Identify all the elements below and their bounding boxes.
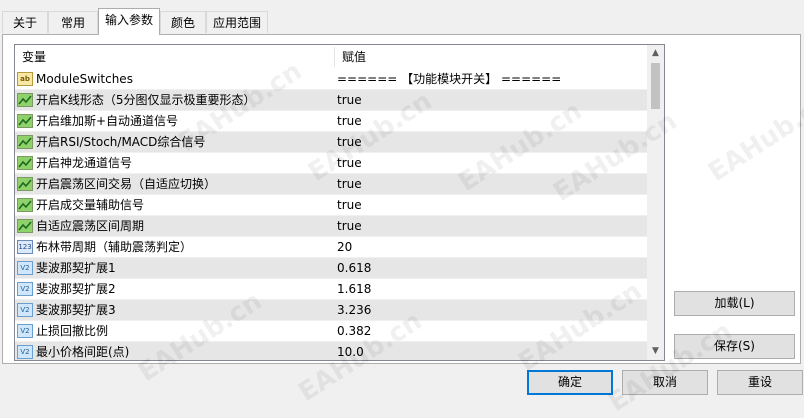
table-row[interactable]: 开启维加斯+自动通道信号 true (15, 111, 648, 132)
variable-name: 斐波那契扩展1 (36, 261, 116, 275)
variable-cell: V2 止损回撤比例 (17, 321, 332, 341)
parameters-grid[interactable]: 变量 赋值 ab ModuleSwitches ====== 【功能模块开关】 ==… (14, 44, 665, 361)
value-cell[interactable]: true (334, 111, 362, 131)
column-header-variable[interactable]: 变量 (15, 45, 334, 69)
tab-common[interactable]: 常用 (48, 11, 98, 33)
variable-name: 斐波那契扩展3 (36, 303, 116, 317)
double-type-icon: V2 (17, 281, 33, 296)
grid-header: 变量 赋值 (15, 45, 648, 69)
string-type-icon: ab (17, 71, 33, 86)
double-type-icon: V2 (17, 344, 33, 359)
variable-name: 开启维加斯+自动通道信号 (36, 114, 179, 128)
variable-cell: V2 斐波那契扩展3 (17, 300, 332, 320)
variable-cell: V2 斐波那契扩展1 (17, 258, 332, 278)
value-cell[interactable]: true (334, 132, 362, 152)
value-cell[interactable]: true (334, 153, 362, 173)
save-button[interactable]: 保存(S) (674, 334, 795, 359)
tab-scope[interactable]: 应用范围 (206, 11, 268, 33)
value-cell[interactable]: 20 (334, 237, 352, 257)
variable-cell: 开启RSI/Stoch/MACD综合信号 (17, 132, 332, 152)
variable-cell: V2 斐波那契扩展2 (17, 279, 332, 299)
variable-cell: 开启成交量辅助信号 (17, 195, 332, 215)
table-row[interactable]: V2 斐波那契扩展2 1.618 (15, 279, 648, 300)
value-cell[interactable]: ====== 【功能模块开关】 ====== (334, 69, 561, 89)
variable-name: 止损回撤比例 (36, 324, 109, 338)
double-type-icon: V2 (17, 323, 33, 338)
value-cell[interactable]: true (334, 216, 362, 236)
variable-name: 布林带周期（辅助震荡判定） (36, 240, 193, 254)
variable-cell: 开启维加斯+自动通道信号 (17, 111, 332, 131)
variable-name: 自适应震荡区间周期 (36, 219, 145, 233)
table-row[interactable]: 自适应震荡区间周期 true (15, 216, 648, 237)
value-cell[interactable]: 10.0 (334, 342, 364, 360)
value-cell[interactable]: true (334, 90, 362, 110)
value-cell[interactable]: true (334, 174, 362, 194)
variable-name: 斐波那契扩展2 (36, 282, 116, 296)
double-type-icon: V2 (17, 260, 33, 275)
variable-cell: 开启K线形态（5分图仅显示极重要形态） (17, 90, 332, 110)
int-type-icon: 123 (17, 239, 33, 254)
table-row[interactable]: 开启K线形态（5分图仅显示极重要形态） true (15, 90, 648, 111)
chevron-up-icon[interactable]: ▲ (647, 45, 664, 62)
variable-name: 开启神龙通道信号 (36, 156, 133, 170)
tab-colors[interactable]: 颜色 (160, 11, 206, 33)
variable-cell: 自适应震荡区间周期 (17, 216, 332, 236)
table-row[interactable]: 123 布林带周期（辅助震荡判定） 20 (15, 237, 648, 258)
bool-type-icon (17, 134, 33, 149)
value-cell[interactable]: 0.618 (334, 258, 371, 278)
value-cell[interactable]: 3.236 (334, 300, 371, 320)
chevron-down-icon[interactable]: ▼ (647, 343, 664, 360)
variable-cell: ab ModuleSwitches (17, 69, 332, 89)
tab-bar: 关于 常用 输入参数 颜色 应用范围 (0, 8, 804, 35)
double-type-icon: V2 (17, 302, 33, 317)
variable-cell: 开启震荡区间交易（自适应切换） (17, 174, 332, 194)
bool-type-icon (17, 113, 33, 128)
variable-cell: V2 最小价格间距(点) (17, 342, 332, 360)
grid-rows: ab ModuleSwitches ====== 【功能模块开关】 ====== 开启… (15, 69, 648, 360)
reset-button[interactable]: 重设 (717, 370, 803, 395)
load-button[interactable]: 加载(L) (674, 291, 795, 316)
variable-name: 开启成交量辅助信号 (36, 198, 145, 212)
bool-type-icon (17, 92, 33, 107)
scrollbar-thumb[interactable] (651, 63, 660, 109)
variable-cell: 开启神龙通道信号 (17, 153, 332, 173)
table-row[interactable]: V2 止损回撤比例 0.382 (15, 321, 648, 342)
value-cell[interactable]: 1.618 (334, 279, 371, 299)
cancel-button[interactable]: 取消 (622, 370, 708, 395)
tab-about[interactable]: 关于 (2, 11, 48, 33)
variable-name: 开启震荡区间交易（自适应切换） (36, 177, 217, 191)
table-row[interactable]: V2 斐波那契扩展1 0.618 (15, 258, 648, 279)
variable-name: 开启RSI/Stoch/MACD综合信号 (36, 135, 206, 149)
column-header-value[interactable]: 赋值 (335, 45, 648, 69)
value-cell[interactable]: true (334, 195, 362, 215)
variable-name: 开启K线形态（5分图仅显示极重要形态） (36, 93, 256, 107)
table-row[interactable]: V2 最小价格间距(点) 10.0 (15, 342, 648, 360)
table-row[interactable]: 开启成交量辅助信号 true (15, 195, 648, 216)
table-row[interactable]: 开启震荡区间交易（自适应切换） true (15, 174, 648, 195)
variable-name: ModuleSwitches (36, 72, 133, 86)
table-row[interactable]: V2 斐波那契扩展3 3.236 (15, 300, 648, 321)
tab-inputs[interactable]: 输入参数 (98, 8, 160, 35)
bool-type-icon (17, 218, 33, 233)
variable-cell: 123 布林带周期（辅助震荡判定） (17, 237, 332, 257)
bool-type-icon (17, 197, 33, 212)
table-row[interactable]: ab ModuleSwitches ====== 【功能模块开关】 ====== (15, 69, 648, 90)
bool-type-icon (17, 155, 33, 170)
value-cell[interactable]: 0.382 (334, 321, 371, 341)
bool-type-icon (17, 176, 33, 191)
vertical-scrollbar[interactable]: ▲ ▼ (647, 45, 664, 360)
variable-name: 最小价格间距(点) (36, 345, 130, 359)
ok-button[interactable]: 确定 (527, 370, 613, 395)
table-row[interactable]: 开启RSI/Stoch/MACD综合信号 true (15, 132, 648, 153)
table-row[interactable]: 开启神龙通道信号 true (15, 153, 648, 174)
